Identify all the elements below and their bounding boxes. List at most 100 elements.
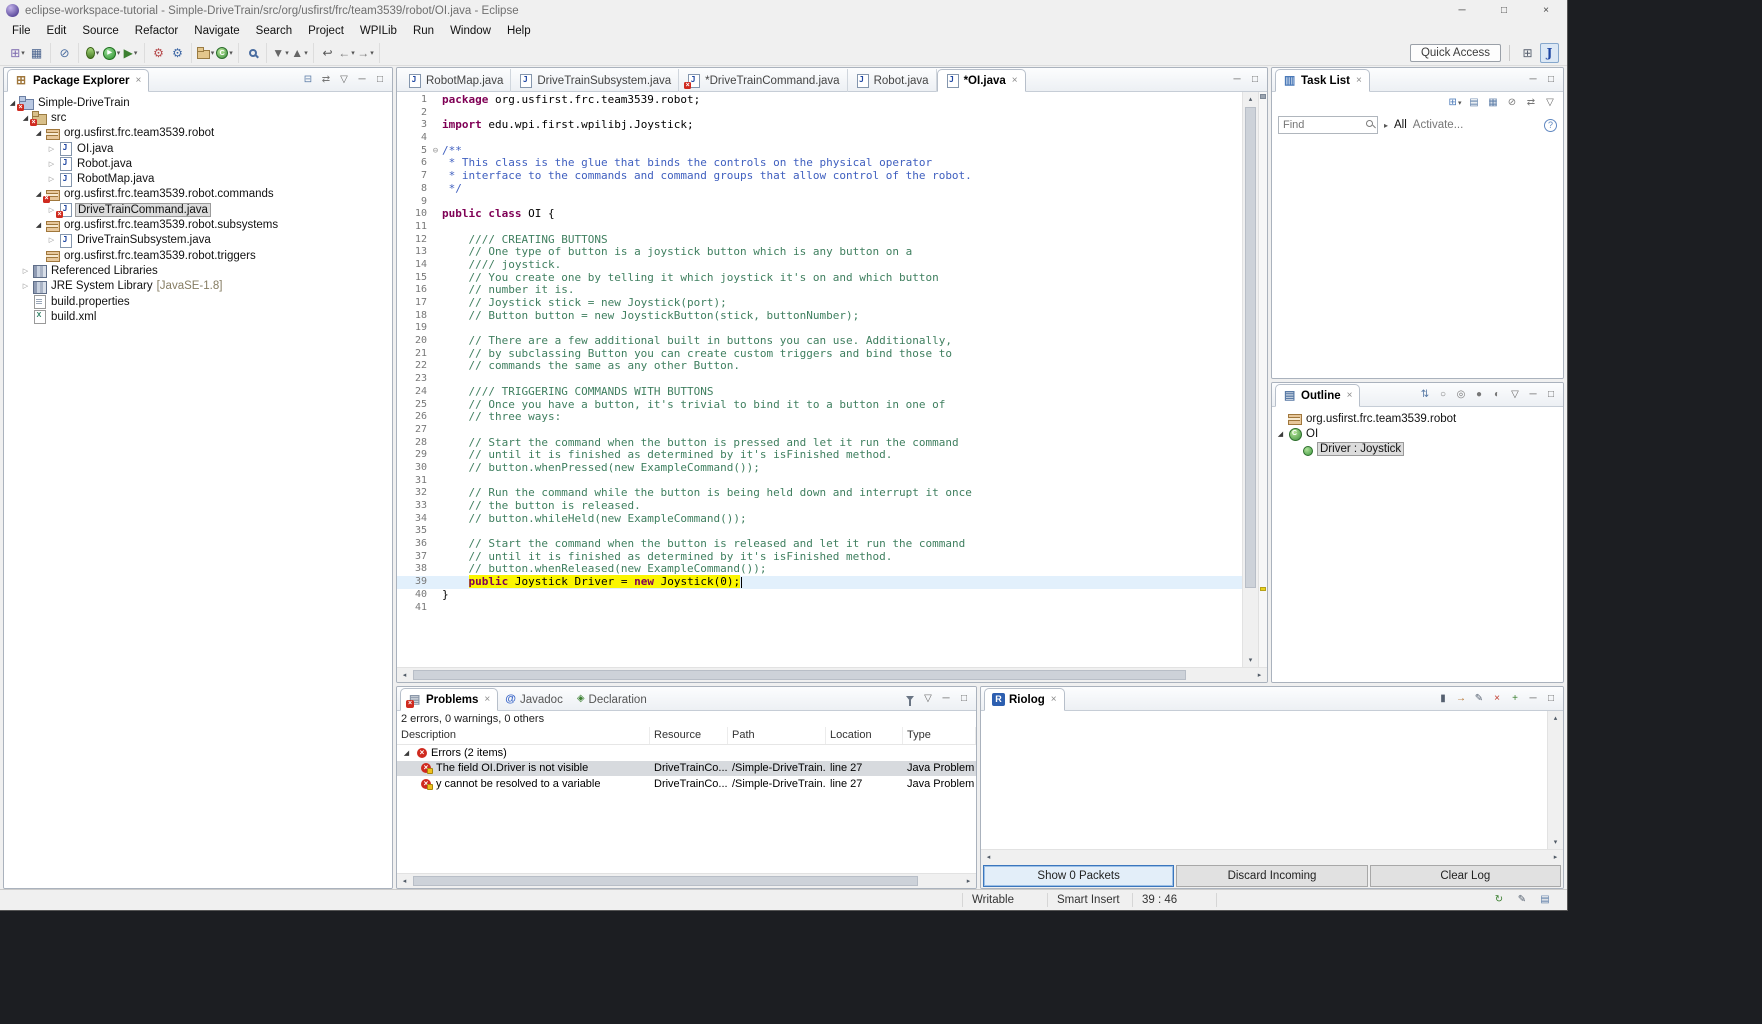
problems-column-type[interactable]: Type (903, 727, 976, 744)
activate-link[interactable]: Activate... (1413, 119, 1464, 131)
add-filter-icon[interactable]: + (1507, 690, 1523, 708)
package-explorer-item[interactable]: ▷OI.java (4, 141, 392, 156)
forward-icon[interactable]: →▾ (356, 43, 375, 63)
external-tools-icon[interactable]: ▶▾ (121, 43, 140, 63)
minimize-icon[interactable]: ─ (938, 690, 954, 708)
new-task-icon[interactable]: ⊞▾ (1447, 94, 1463, 112)
javadoc-tab[interactable]: @ Javadoc (498, 688, 570, 711)
twisty-open-icon[interactable]: ◢ (400, 749, 413, 757)
skip-all-breakpoints-icon[interactable]: ⊘ (55, 43, 74, 63)
editor-horizontal-scrollbar[interactable]: ◂ ▸ (397, 667, 1267, 682)
menu-file[interactable]: File (4, 23, 39, 39)
next-annotation-icon[interactable]: ▼▾ (271, 43, 290, 63)
quick-access-button[interactable]: Quick Access (1410, 44, 1501, 62)
twisty-closed-icon[interactable]: ▷ (45, 160, 58, 168)
menu-navigate[interactable]: Navigate (186, 23, 247, 39)
code-line[interactable]: 39 public Joystick Driver = new Joystick… (397, 576, 1242, 589)
minimize-icon[interactable]: ─ (1525, 71, 1541, 89)
editor-overview-ruler[interactable] (1258, 92, 1267, 667)
close-icon[interactable]: × (1012, 75, 1018, 86)
problems-column-location[interactable]: Location (826, 727, 903, 744)
problems-tab[interactable]: Problems × (400, 688, 498, 711)
riolog-button-show-0-packets[interactable]: Show 0 Packets (983, 865, 1174, 887)
package-explorer-item[interactable]: ◢Simple-DriveTrain (4, 95, 392, 110)
clear-log-icon[interactable]: × (1489, 690, 1505, 708)
close-icon[interactable]: × (1356, 75, 1362, 86)
link-with-editor-icon[interactable]: ⇄ (318, 71, 334, 89)
task-list-tab[interactable]: Task List × (1275, 69, 1370, 92)
scrollbar-thumb[interactable] (413, 670, 1186, 680)
code-line[interactable]: 40} (397, 589, 1242, 602)
problems-row[interactable]: y cannot be resolved to a variableDriveT… (397, 776, 976, 792)
maximize-icon[interactable]: □ (1543, 71, 1559, 89)
declaration-tab[interactable]: ◈ Declaration (570, 688, 654, 711)
package-explorer-item[interactable]: build.properties (4, 294, 392, 309)
scroll-left-icon[interactable]: ◂ (397, 668, 412, 682)
back-icon[interactable]: ←▾ (337, 43, 356, 63)
package-explorer-item[interactable]: ▷JRE System Library[JavaSE-1.8] (4, 279, 392, 294)
pencil-icon[interactable]: ✎ (1514, 891, 1530, 909)
package-explorer-item[interactable]: build.xml (4, 309, 392, 324)
synchronize-icon[interactable]: ⇄ (1523, 94, 1539, 112)
menu-window[interactable]: Window (442, 23, 499, 39)
outline-item[interactable]: Driver : Joystick (1272, 442, 1563, 457)
maximize-icon[interactable]: □ (1543, 690, 1559, 708)
editor-tab-robot-java[interactable]: Robot.java (848, 69, 937, 92)
riolog-tab[interactable]: Riolog × (984, 688, 1065, 711)
menu-help[interactable]: Help (499, 23, 539, 39)
task-list-all-link[interactable]: All (1394, 119, 1407, 131)
scroll-right-icon[interactable]: ▸ (1548, 850, 1563, 864)
open-perspective-icon[interactable]: ⊞ (1518, 43, 1537, 63)
menu-wpilib[interactable]: WPILib (352, 23, 405, 39)
code-line[interactable]: 10public class OI { (397, 208, 1242, 221)
view-menu-icon[interactable]: ▽ (1507, 386, 1523, 404)
java-perspective-icon[interactable]: J (1540, 43, 1559, 63)
new-java-project-icon[interactable]: ▾ (196, 43, 215, 63)
close-icon[interactable]: × (1051, 694, 1057, 705)
new-java-class-icon[interactable]: ▾ (215, 43, 234, 63)
find-input[interactable] (1278, 116, 1378, 134)
maximize-icon[interactable]: □ (372, 71, 388, 89)
twisty-open-icon[interactable]: ◢ (32, 221, 45, 229)
save-icon[interactable]: ▦ (27, 43, 46, 63)
package-explorer-item[interactable]: ◢org.usfirst.frc.team3539.robot (4, 126, 392, 141)
code-line[interactable]: 7 * interface to the commands and comman… (397, 170, 1242, 183)
collapse-all-icon[interactable]: ⊟ (300, 71, 316, 89)
problems-column-description[interactable]: Description (397, 727, 650, 744)
problems-group-row[interactable]: ◢Errors (2 items) (397, 745, 976, 761)
minimize-icon[interactable]: ─ (1229, 71, 1245, 89)
pause-log-icon[interactable]: ▮ (1435, 690, 1451, 708)
fold-collapse-icon[interactable]: ⊖ (429, 145, 442, 158)
twisty-closed-icon[interactable]: ▷ (45, 145, 58, 153)
code-line[interactable]: 1package org.usfirst.frc.team3539.robot; (397, 94, 1242, 107)
minimize-icon[interactable]: ─ (1525, 386, 1541, 404)
scheduled-icon[interactable]: ▦ (1485, 94, 1501, 112)
outline-item[interactable]: org.usfirst.frc.team3539.robot (1272, 411, 1563, 426)
menu-refactor[interactable]: Refactor (127, 23, 186, 39)
menu-edit[interactable]: Edit (39, 23, 75, 39)
filters-icon[interactable] (902, 690, 918, 708)
search-icon[interactable] (243, 43, 262, 63)
hide-fields-icon[interactable]: ○ (1435, 386, 1451, 404)
menu-source[interactable]: Source (74, 23, 126, 39)
package-explorer-item[interactable]: ▷Referenced Libraries (4, 263, 392, 278)
package-explorer-item[interactable]: ▷Robot.java (4, 156, 392, 171)
window-close-button[interactable]: × (1525, 0, 1567, 21)
wpilib-deploy-icon[interactable]: ⚙ (168, 43, 187, 63)
problems-column-resource[interactable]: Resource (650, 727, 728, 744)
twisty-closed-icon[interactable]: ▷ (45, 175, 58, 183)
code-line[interactable]: 4 (397, 132, 1242, 145)
package-explorer-item[interactable]: ◢org.usfirst.frc.team3539.robot.commands (4, 187, 392, 202)
help-icon[interactable]: ? (1544, 119, 1557, 132)
previous-annotation-icon[interactable]: ▲▾ (290, 43, 309, 63)
close-icon[interactable]: × (136, 75, 142, 86)
editor-tab--oi-java[interactable]: *OI.java× (937, 69, 1026, 92)
hide-non-public-icon[interactable]: ● (1471, 386, 1487, 404)
riolog-console[interactable] (981, 711, 1547, 849)
scroll-down-icon[interactable]: ▾ (1243, 653, 1258, 667)
twisty-closed-icon[interactable]: ▷ (19, 267, 32, 275)
last-edit-location-icon[interactable]: ↩ (318, 43, 337, 63)
menu-project[interactable]: Project (300, 23, 352, 39)
expand-all-icon[interactable]: ▸ (1384, 121, 1388, 130)
package-explorer-item[interactable]: ▷DriveTrainCommand.java (4, 202, 392, 217)
